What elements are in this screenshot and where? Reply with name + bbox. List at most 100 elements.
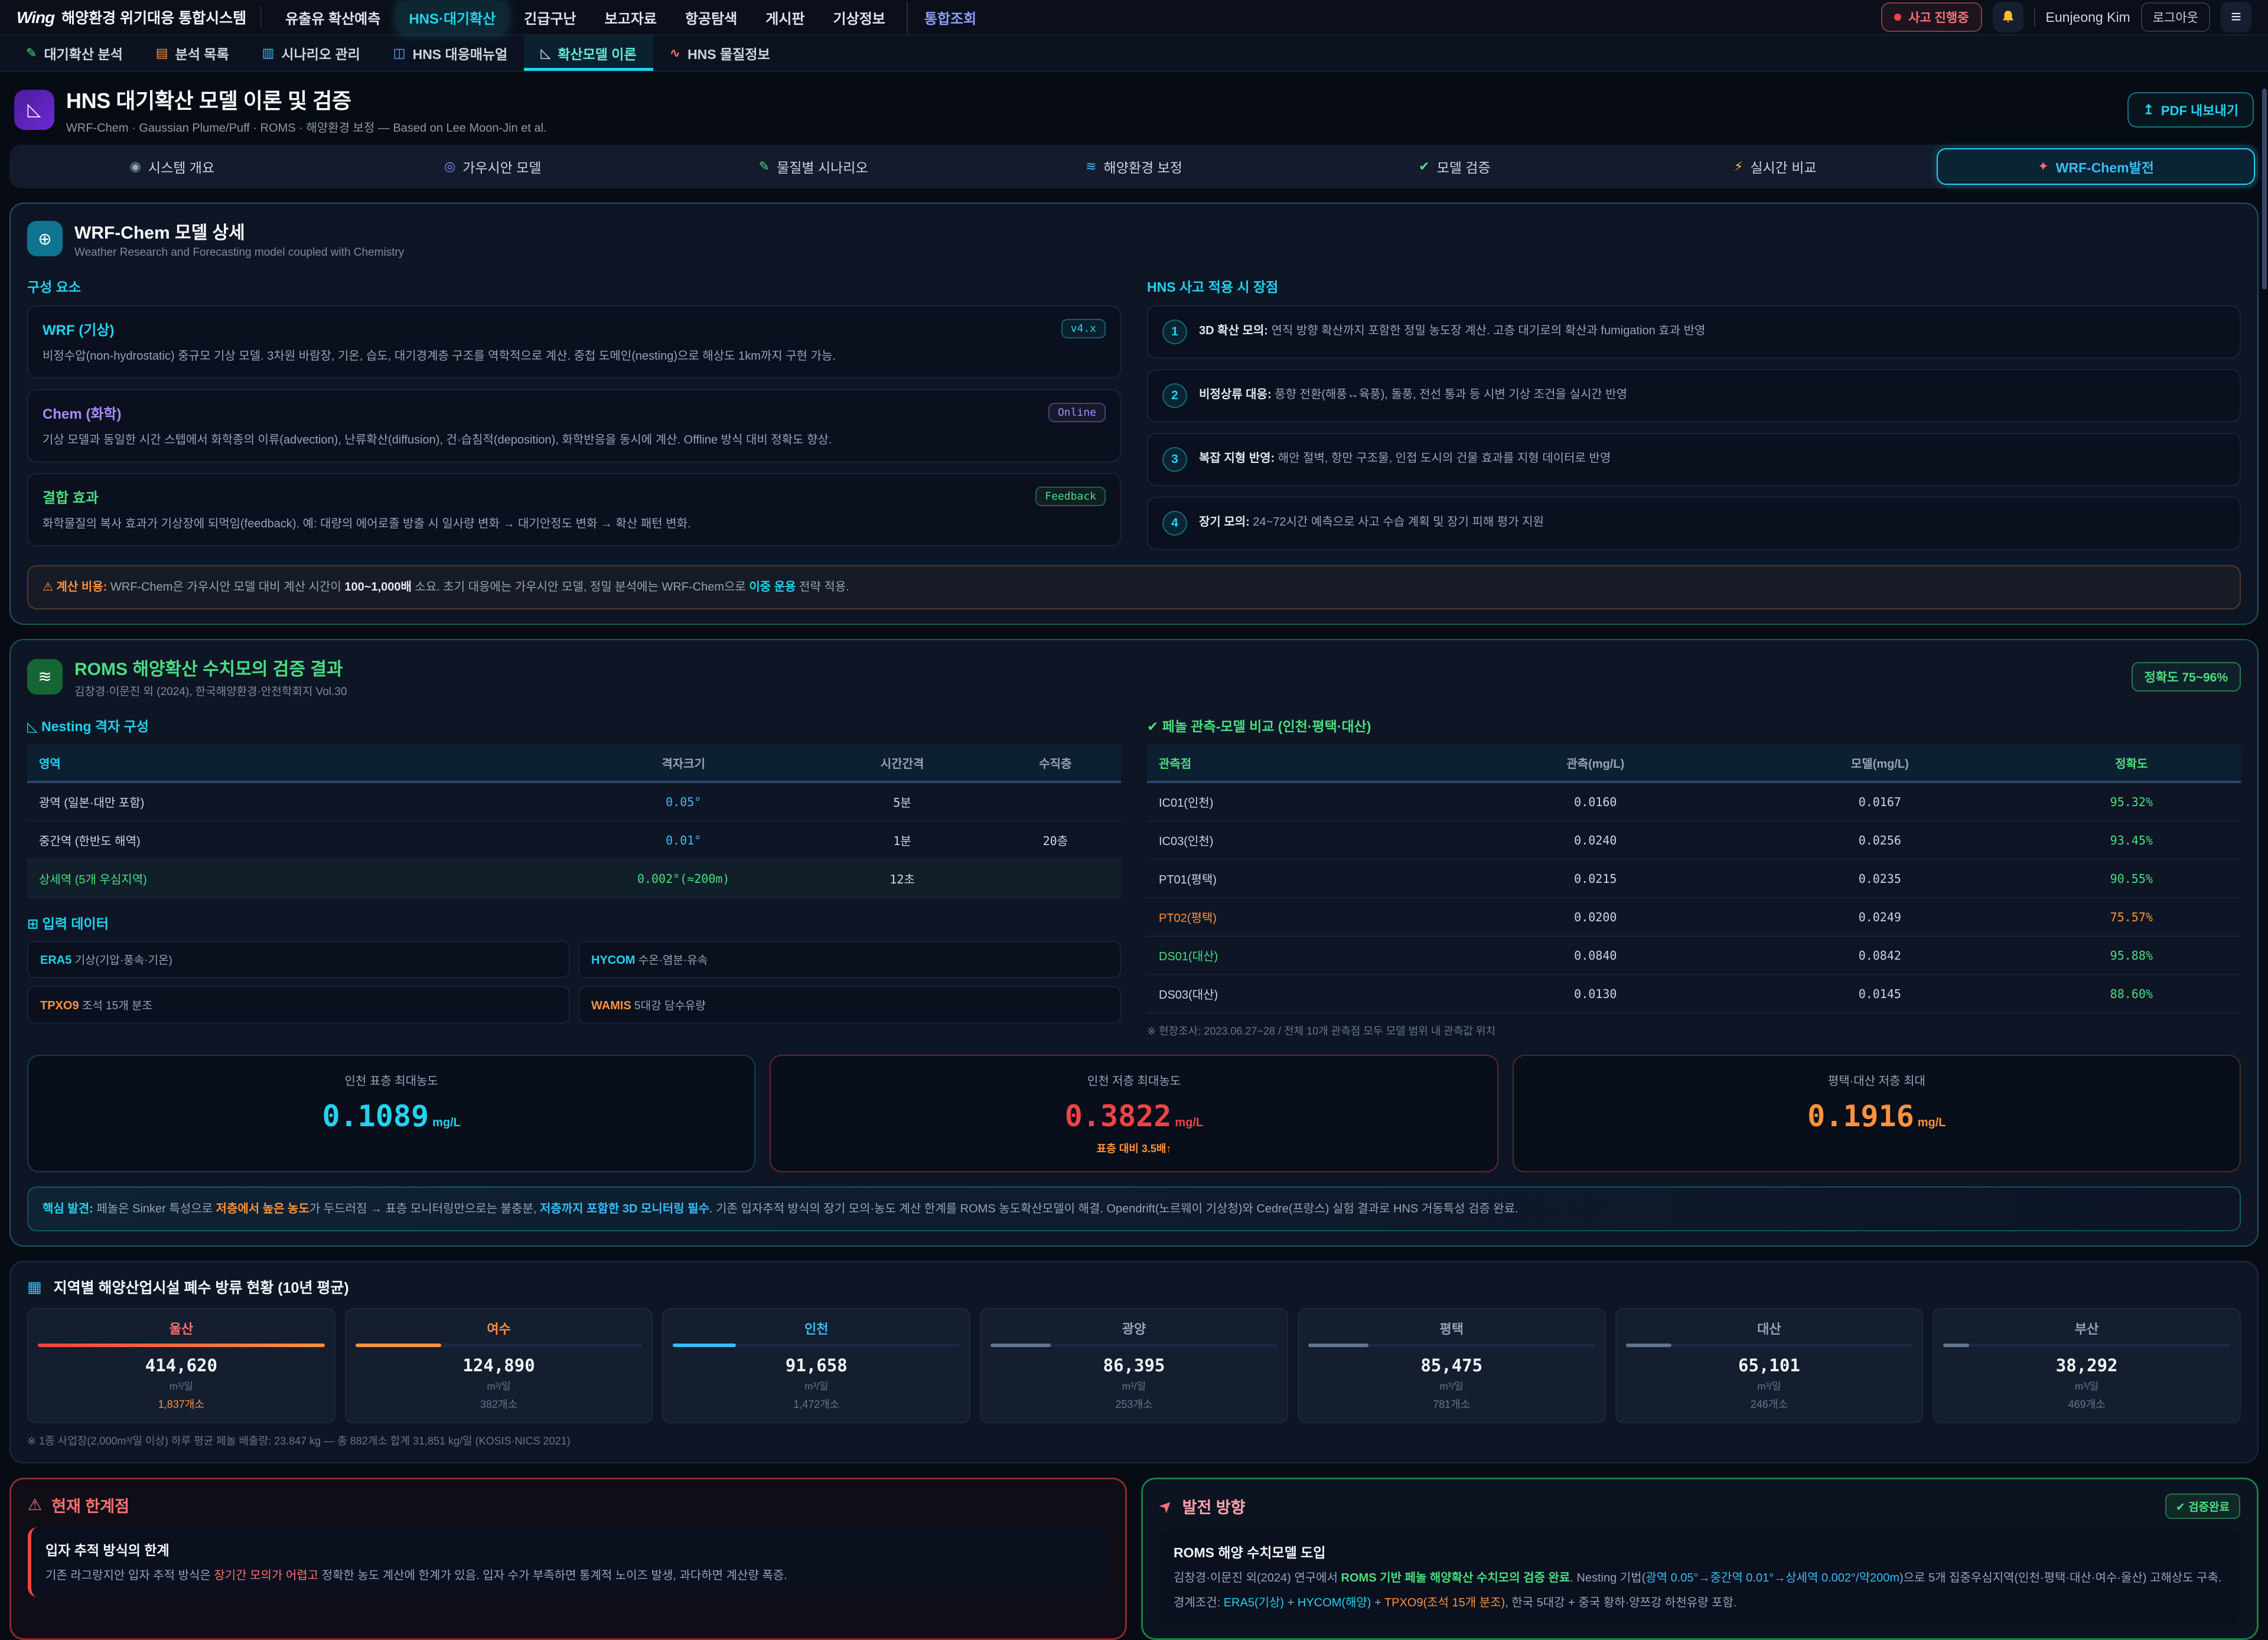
timestep-cell: 12초 xyxy=(814,859,989,898)
pencil-icon: ✎ xyxy=(759,159,770,174)
timestep-cell: 5분 xyxy=(814,782,989,821)
dataset-description: 수온·염분·유속 xyxy=(635,954,708,967)
concentration-stat-cards: 인천 표층 최대농도 0.1089mg/L 인천 저층 최대농도 0.3822m… xyxy=(27,1055,2241,1172)
globe-icon: ⊕ xyxy=(27,221,63,256)
lightning-icon: ⚡ xyxy=(1734,159,1743,174)
section-tabs: ◉ 시스템 개요 ◎ 가우시안 모델 ✎ 물질별 시나리오 ≋ 해양환경 보정 … xyxy=(9,145,2259,188)
logout-button[interactable]: 로그아웃 xyxy=(2141,2,2210,32)
col-header-grid-size: 격자크기 xyxy=(552,745,814,782)
alert-dot-icon xyxy=(1894,14,1901,21)
stat-label: 평택·대산 저층 최대 xyxy=(1526,1071,2228,1088)
phenol-table-row: PT02(평택) 0.0200 0.0249 75.57% xyxy=(1147,898,2241,936)
page-scrollbar[interactable] xyxy=(2262,89,2267,289)
subnav-hns-substance-info[interactable]: ∿ HNS 물질정보 xyxy=(653,35,787,71)
discharge-bar xyxy=(1308,1344,1368,1347)
advantage-title: 복잡 지형 반영: xyxy=(1199,452,1275,465)
component-badge: Feedback xyxy=(1035,487,1106,506)
tab-marine-correction[interactable]: ≋ 해양환경 보정 xyxy=(975,148,1293,185)
tab-realtime-comparison[interactable]: ⚡ 실시간 비교 xyxy=(1616,148,1934,185)
app-logo: Wing 해양환경 위기대응 통합시스템 xyxy=(17,6,262,28)
nav-item-board[interactable]: 게시판 xyxy=(754,1,816,34)
discharge-unit: m³/일 xyxy=(1943,1378,2230,1393)
col-header-station: 관측점 xyxy=(1147,745,1454,782)
col-header-timestep: 시간간격 xyxy=(814,745,989,782)
dataset-name: TPXO9 xyxy=(40,999,79,1012)
warning-icon: ⚠ xyxy=(28,1496,42,1514)
region-name: 대산 xyxy=(1626,1319,1913,1338)
discharge-unit: m³/일 xyxy=(356,1378,643,1393)
component-description: 화학물질의 복사 효과가 기상장에 되먹임(feedback). 예: 대량의 … xyxy=(43,515,1106,533)
input-data-grid: ERA5 기상(기압·풍속·기온) HYCOM 수온·염분·유속 TPXO9 조… xyxy=(27,941,1121,1023)
nav-item-oil-spill[interactable]: 유출유 확산예측 xyxy=(273,1,392,34)
nav-item-reports[interactable]: 보고자료 xyxy=(593,1,669,34)
future-card-paragraph-2: 경계조건: ERA5(기상) + HYCOM(해양) + TPXO9(조석 15… xyxy=(1174,1593,2226,1612)
menu-button[interactable]: ≡ xyxy=(2221,2,2251,32)
subnav-atmospheric-analysis[interactable]: ✎ 대기확산 분석 xyxy=(9,35,139,71)
discharge-bar-track xyxy=(1626,1344,1913,1347)
discharge-unit: m³/일 xyxy=(673,1378,960,1393)
station-cell: IC03(인천) xyxy=(1147,821,1454,859)
model-component-card: Chem (화학) Online 기상 모델과 동일한 시간 스텝에서 화학종의… xyxy=(27,389,1121,462)
input-data-chip: HYCOM 수온·염분·유속 xyxy=(578,941,1121,978)
nav-item-aerial-search[interactable]: 항공탐색 xyxy=(673,1,749,34)
region-discharge-card: 인천 91,658 m³/일 1,472개소 xyxy=(662,1308,970,1423)
observed-cell: 0.0215 xyxy=(1454,859,1738,898)
station-cell: PT01(평택) xyxy=(1147,859,1454,898)
station-cell: PT02(평택) xyxy=(1147,898,1454,936)
region-discharge-grid: 울산 414,620 m³/일 1,837개소 여수 124,890 m³/일 … xyxy=(27,1308,2241,1423)
stat-value: 0.1916 xyxy=(1807,1099,1914,1133)
nesting-table-row: 중간역 (한반도 해역) 0.01° 1분 20층 xyxy=(27,821,1121,859)
discharge-bar-track xyxy=(38,1344,325,1347)
subnav-scenario-management[interactable]: ▥ 시나리오 관리 xyxy=(246,35,377,71)
nav-item-integrated-search[interactable]: 통합조회 xyxy=(907,1,988,34)
nav-item-emergency[interactable]: 긴급구난 xyxy=(512,1,588,34)
subnav-hns-manual[interactable]: ◫ HNS 대응매뉴얼 xyxy=(377,35,524,71)
discharge-unit: m³/일 xyxy=(38,1378,325,1393)
phenol-table-row: PT01(평택) 0.0215 0.0235 90.55% xyxy=(1147,859,2241,898)
accuracy-cell: 93.45% xyxy=(2022,821,2241,859)
discharge-bar xyxy=(673,1344,736,1347)
microscope-icon: ◉ xyxy=(130,159,141,174)
roms-section-title: ROMS 해양확산 수치모의 검증 결과 xyxy=(74,654,347,680)
advantage-title: 3D 확산 모의: xyxy=(1199,324,1268,337)
col-header-observed: 관측(mg/L) xyxy=(1454,745,1738,782)
component-name: Chem (화학) xyxy=(43,402,122,423)
tab-substance-scenarios[interactable]: ✎ 물질별 시나리오 xyxy=(654,148,973,185)
modeled-cell: 0.0249 xyxy=(1738,898,2022,936)
incident-status-badge[interactable]: 사고 진행중 xyxy=(1881,2,1982,32)
station-cell: DS03(대산) xyxy=(1147,974,1454,1013)
stat-note xyxy=(40,1140,742,1152)
discharge-bar xyxy=(1626,1344,1672,1347)
main-menu: 유출유 확산예측 HNS·대기확산 긴급구난 보고자료 항공탐색 게시판 기상정… xyxy=(273,1,988,34)
notifications-button[interactable] xyxy=(1993,2,2023,32)
phenol-heading: 페놀 관측-모델 비교 (인천·평택·대산) xyxy=(1162,719,1371,734)
discharge-value: 65,101 xyxy=(1626,1355,1913,1375)
observed-cell: 0.0240 xyxy=(1454,821,1738,859)
stat-label: 인천 표층 최대농도 xyxy=(40,1071,742,1088)
advantage-title: 비정상류 대응: xyxy=(1199,388,1272,401)
discharge-bar-track xyxy=(1308,1344,1595,1347)
limitation-card-body: 기존 라그랑지안 입자 추적 방식은 장기간 모의가 어렵고 정확한 농도 계산… xyxy=(45,1566,1094,1585)
key-finding-banner: 핵심 발견: 페놀은 Sinker 특성으로 저층에서 높은 농도가 두드러짐 … xyxy=(27,1186,2241,1231)
accuracy-badge: 정확도 75~96% xyxy=(2132,662,2241,692)
verified-badge: ✔ 검증완료 xyxy=(2165,1494,2240,1519)
nav-item-hns-atmospheric[interactable]: HNS·대기확산 xyxy=(397,1,507,34)
region-discharge-card: 대산 65,101 m³/일 246개소 xyxy=(1615,1308,1924,1423)
advantage-item: 3 복잡 지형 반영: 해안 절벽, 항만 구조물, 인접 도시의 건물 효과를… xyxy=(1147,433,2241,486)
phenol-table-footnote: ※ 현장조사: 2023.06.27~28 / 전체 10개 관측점 모두 모델… xyxy=(1147,1023,2241,1038)
pdf-export-button[interactable]: ↥ PDF 내보내기 xyxy=(2127,92,2254,128)
subnav-analysis-list[interactable]: ▤ 분석 목록 xyxy=(139,35,246,71)
wrf-chem-detail-section: ⊕ WRF-Chem 모델 상세 Weather Research and Fo… xyxy=(9,203,2259,625)
tab-gaussian-model[interactable]: ◎ 가우시안 모델 xyxy=(334,148,652,185)
ruler-icon: ◺ xyxy=(540,45,550,61)
nesting-column: ◺ Nesting 격자 구성 영역 격자크기 시간간격 수직층 xyxy=(27,710,1121,1038)
nav-item-weather[interactable]: 기상정보 xyxy=(822,1,897,34)
layers-cell xyxy=(990,859,1121,898)
tab-wrf-chem-advancement[interactable]: ✦ WRF-Chem발전 xyxy=(1937,148,2255,185)
stat-unit: mg/L xyxy=(1918,1116,1946,1129)
subnav-model-theory[interactable]: ◺ 확산모델 이론 xyxy=(524,35,653,71)
stat-note: 표층 대비 3.5배↑ xyxy=(783,1140,1485,1156)
tab-model-validation[interactable]: ✔ 모델 검증 xyxy=(1295,148,1614,185)
modeled-cell: 0.0842 xyxy=(1738,936,2022,974)
tab-system-overview[interactable]: ◉ 시스템 개요 xyxy=(13,148,331,185)
